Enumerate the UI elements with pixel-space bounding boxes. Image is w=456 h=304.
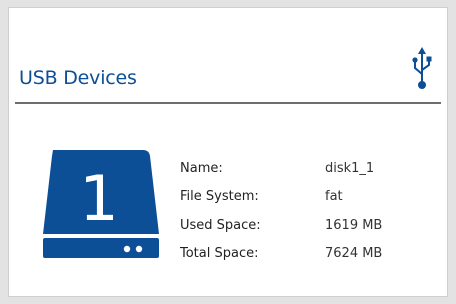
info-row-used-space: Used Space: 1619 MB xyxy=(180,211,420,240)
panel-header: USB Devices xyxy=(15,8,441,104)
info-row-name: Name: disk1_1 xyxy=(180,154,420,183)
total-space-value: 7624 MB xyxy=(325,246,383,262)
usb-icon xyxy=(412,47,432,89)
total-space-label: Total Space: xyxy=(180,246,259,262)
info-row-file-system: File System: fat xyxy=(180,183,420,212)
drive-led-2 xyxy=(135,245,143,253)
info-row-total-space: Total Space: 7624 MB xyxy=(180,240,420,269)
drive-number: 1 xyxy=(79,162,118,235)
drive-icon: 1 xyxy=(43,150,159,258)
panel-title: USB Devices xyxy=(19,67,137,89)
name-value: disk1_1 xyxy=(325,160,375,176)
used-space-label: Used Space: xyxy=(180,217,261,233)
file-system-label: File System: xyxy=(180,189,259,205)
file-system-value: fat xyxy=(325,189,343,205)
drive-led-1 xyxy=(123,245,131,253)
used-space-value: 1619 MB xyxy=(325,217,383,233)
device-info: Name: disk1_1 File System: fat Used Spac… xyxy=(180,154,420,268)
usb-devices-panel: USB Devices 1 Name: disk1_1 File System:… xyxy=(8,7,448,297)
name-label: Name: xyxy=(180,160,223,176)
